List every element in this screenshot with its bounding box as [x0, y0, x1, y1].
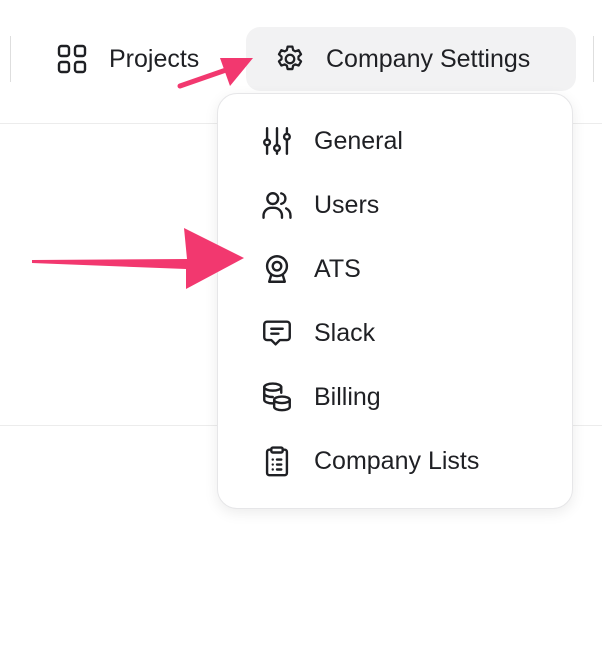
nav-divider	[10, 36, 11, 82]
menu-item-label: Users	[314, 190, 380, 219]
webcam-icon	[260, 252, 294, 286]
menu-item-label: General	[314, 126, 403, 155]
menu-item-company-lists[interactable]: Company Lists	[218, 435, 572, 487]
clipboard-list-icon	[260, 444, 294, 478]
menu-item-label: Billing	[314, 382, 381, 411]
menu-item-billing[interactable]: Billing	[218, 371, 572, 423]
menu-item-users[interactable]: Users	[218, 179, 572, 231]
company-settings-dropdown: General Users ATS Slack Billing Company …	[217, 93, 573, 509]
nav-projects[interactable]: Projects	[56, 38, 199, 80]
coins-icon	[260, 380, 294, 414]
nav-projects-label: Projects	[109, 44, 200, 73]
message-icon	[260, 316, 294, 350]
menu-item-slack[interactable]: Slack	[218, 307, 572, 359]
menu-item-ats[interactable]: ATS	[218, 243, 572, 295]
menu-item-label: Company Lists	[314, 446, 480, 475]
users-icon	[260, 188, 294, 222]
sliders-icon	[260, 124, 294, 158]
page: Projects Company Settings General Users …	[0, 0, 602, 670]
nav-company-settings-label: Company Settings	[326, 44, 531, 73]
menu-item-general[interactable]: General	[218, 115, 572, 167]
menu-item-label: Slack	[314, 318, 376, 347]
arrow-to-ats	[32, 228, 244, 289]
nav-company-settings[interactable]: Company Settings	[246, 27, 576, 91]
gear-icon	[273, 42, 307, 76]
nav-divider	[593, 36, 594, 82]
menu-item-label: ATS	[314, 254, 361, 283]
grid-icon	[56, 43, 88, 75]
